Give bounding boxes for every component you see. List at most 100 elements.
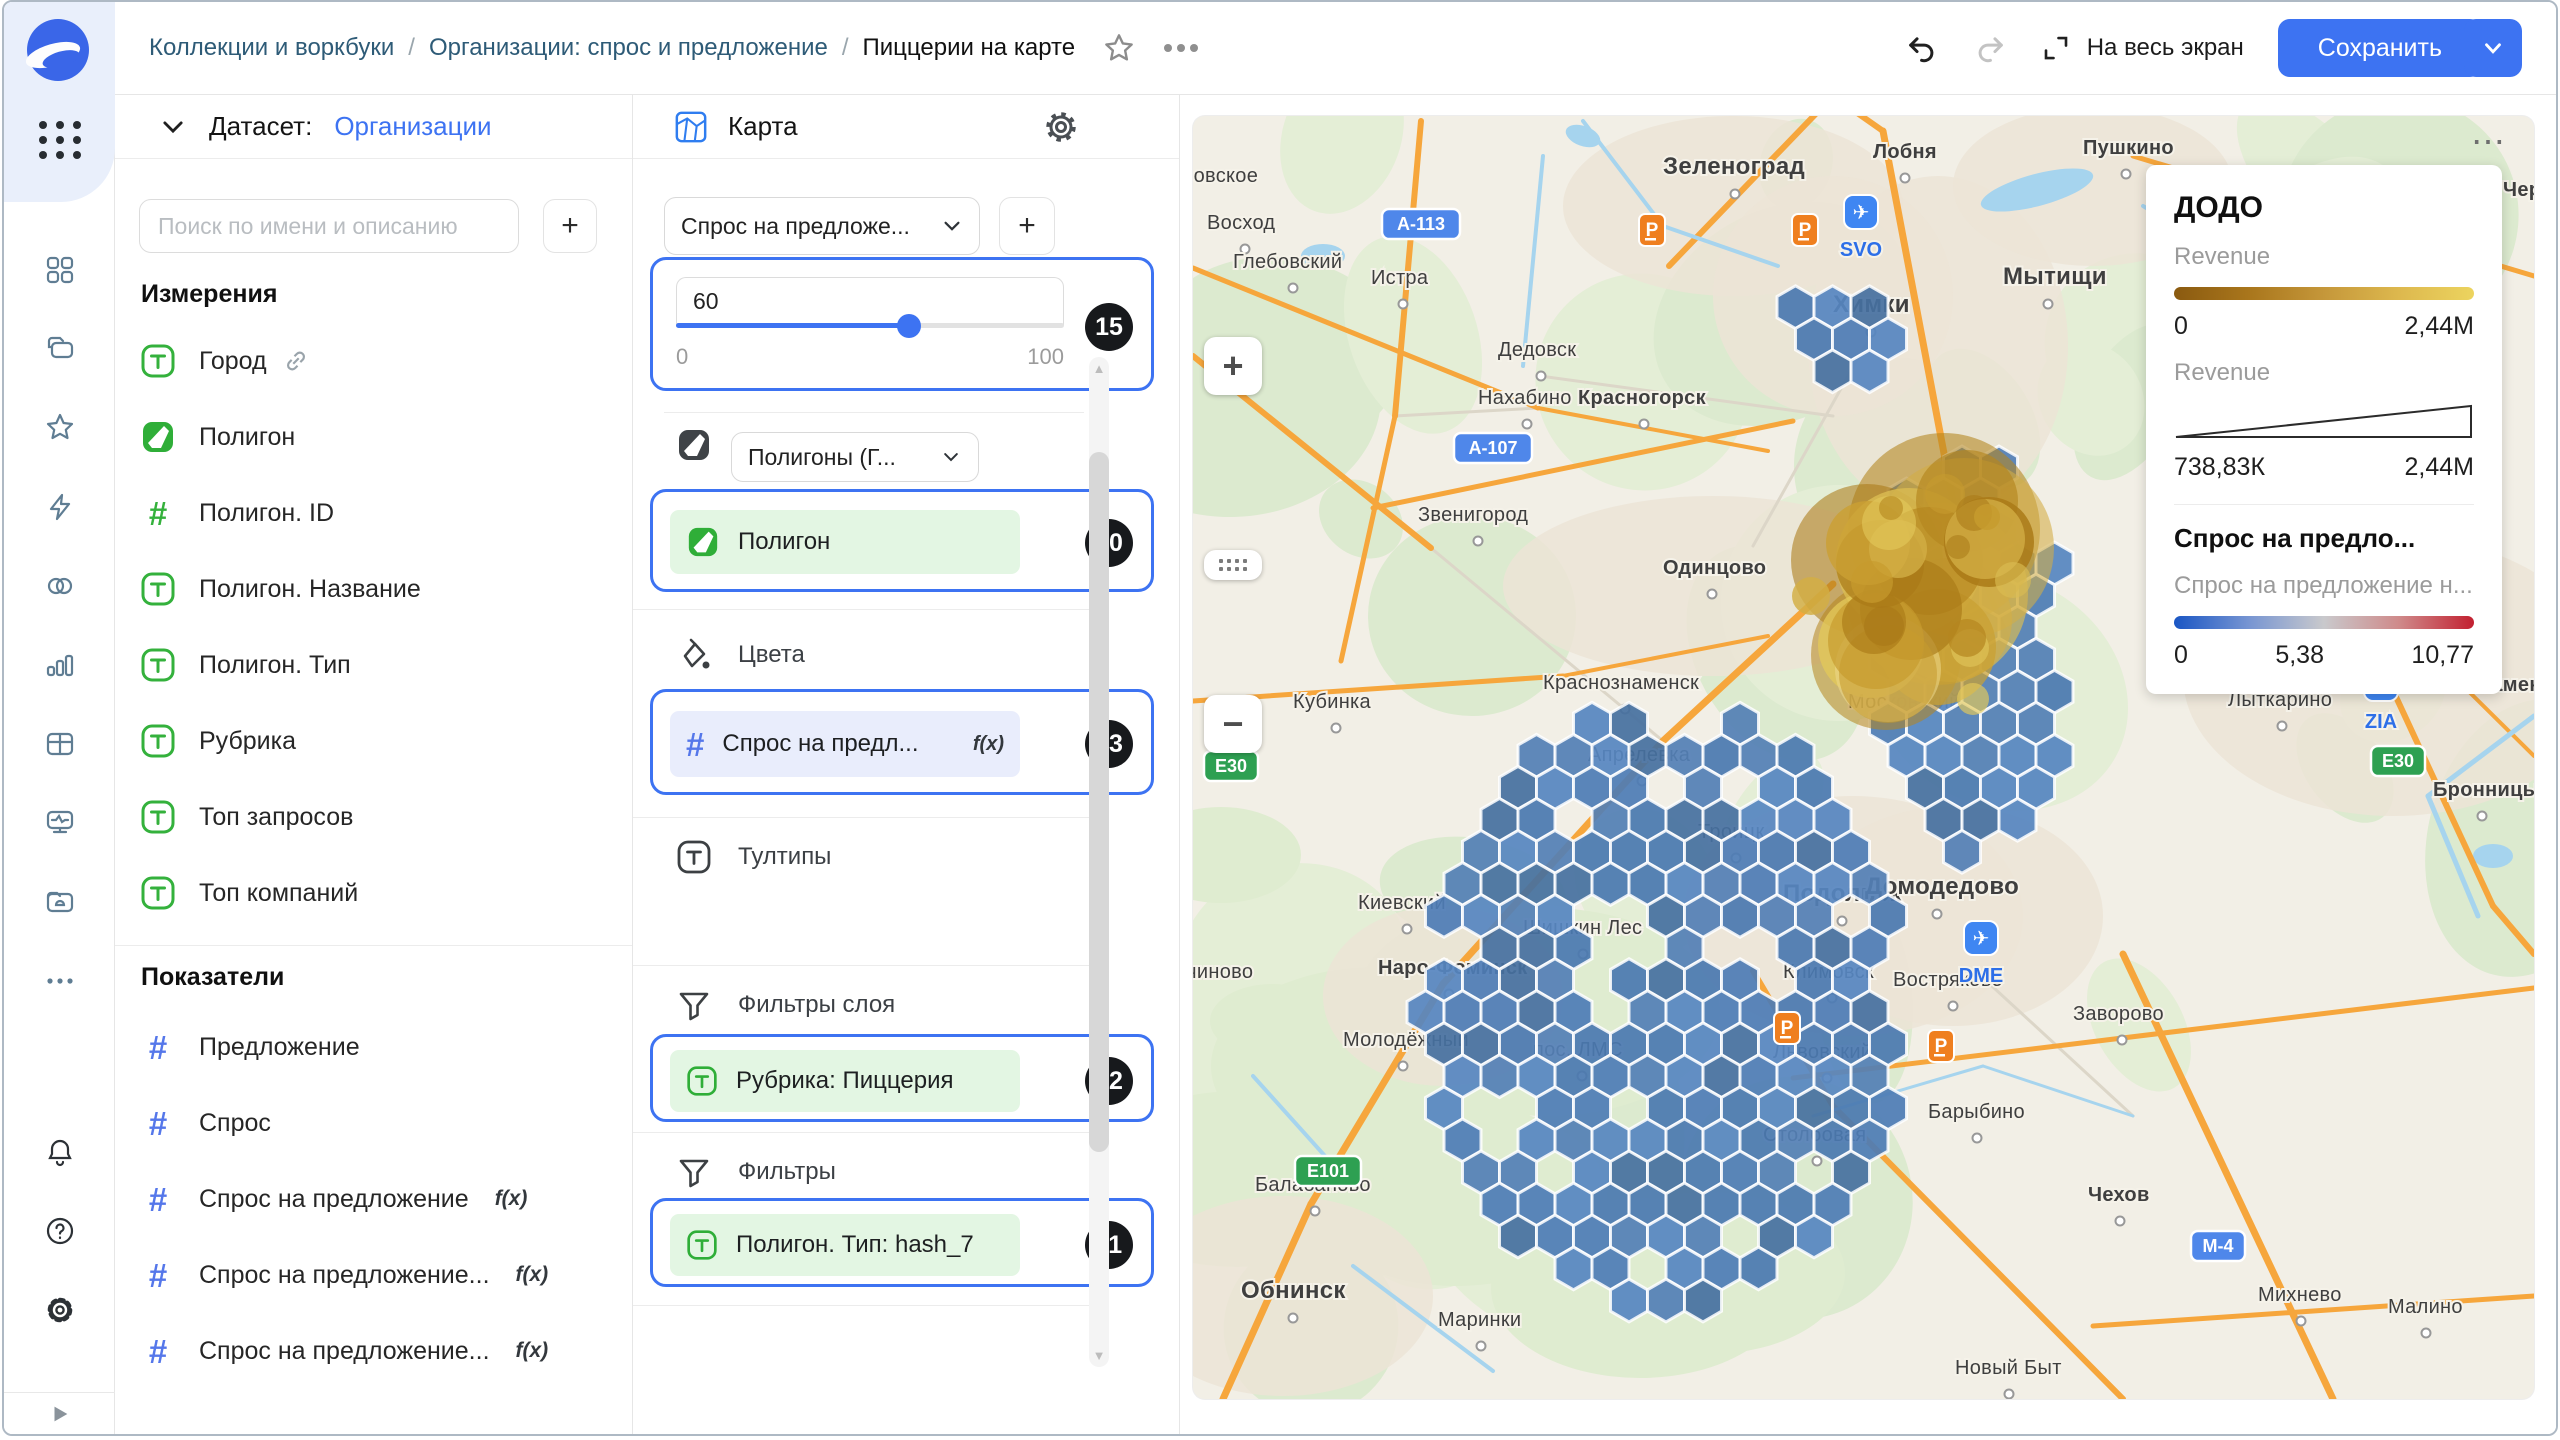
annotation-badge: 15 [1085,303,1133,351]
datalens-logo-icon[interactable] [26,18,90,82]
add-layer-button[interactable]: + [999,197,1055,255]
chevron-down-icon [159,113,187,141]
legend-color-label: Revenue [2174,243,2474,271]
save-button[interactable]: Сохранить [2278,19,2482,77]
colors-chip-label: Спрос на предл... [722,730,955,758]
sidebar-item-settings[interactable] [28,1278,92,1342]
undo-button[interactable] [1905,31,1939,65]
sidebar-item-storage[interactable] [28,870,92,934]
measures-title: Показатели [141,963,284,992]
field-row[interactable]: Топ компаний [115,871,632,915]
map-more-menu[interactable]: ⋯ [2471,122,2507,162]
map-ruler-handle[interactable] [1204,550,1262,580]
search-input[interactable] [139,199,519,253]
topbar: Коллекции и воркбуки / Организации: спро… [115,2,2556,95]
more-actions-button[interactable] [1163,43,1199,53]
opacity-input[interactable] [676,277,1064,325]
zoom-in-button[interactable]: + [1204,337,1262,395]
sidebar-item-monitoring[interactable] [28,791,92,855]
sidebar-collapse-button[interactable] [4,1392,115,1434]
sidebar-item-tables[interactable] [28,712,92,776]
measure-select-value: Спрос на предложе... [681,213,933,240]
svg-text:Бронницы: Бронницы [2433,779,2534,801]
more-icon [44,965,76,997]
text-field-icon [686,1229,718,1261]
sidebar-item-help[interactable] [28,1199,92,1263]
field-row[interactable]: Рубрика [115,719,632,763]
svg-text:Восход: Восход [1207,212,1275,234]
svg-text:Заворово: Заворово [2073,1003,2164,1025]
field-row[interactable]: Полигон [115,415,632,459]
field-row[interactable]: #Полигон. ID [115,491,632,535]
field-row[interactable]: #Спрос [115,1101,632,1145]
field-row[interactable]: Город [115,339,632,383]
svg-text:Черкизово: Черкизово [2503,179,2534,201]
field-row[interactable]: #Спрос на предложениеf(x) [115,1177,632,1221]
sidebar-item-charts[interactable] [28,633,92,697]
sidebar-item-quick[interactable] [28,475,92,539]
sidebar-item-dashboard[interactable] [28,238,92,302]
layer-filter-chip[interactable]: Рубрика: Пиццерия [670,1050,1020,1112]
text-field-icon [140,571,176,607]
tooltips-section-label: Тултипы [738,843,831,871]
sidebar-item-favorites[interactable] [28,396,92,460]
measure-select-dropdown[interactable]: Спрос на предложе... [664,197,980,255]
storage-icon [44,886,76,918]
chevron-down-icon [940,447,962,467]
zoom-out-button[interactable]: − [1204,695,1262,753]
geopolygon-icon [140,419,176,455]
annotation-box-colors: # Спрос на предл... f(x) 13 [650,689,1154,795]
save-menu-button[interactable] [2464,19,2522,77]
panel-scrollbar[interactable]: ▲ ▼ [1089,357,1109,1367]
layer-select-row [676,427,712,463]
favorite-star-button[interactable] [1103,32,1135,64]
legend-size-triangle [2174,401,2474,441]
chevron-down-icon [941,215,963,237]
fullscreen-button[interactable]: На весь экран [2041,33,2244,63]
link-icon [283,348,309,374]
field-row[interactable]: Полигон. Название [115,567,632,611]
filter-chip[interactable]: Полигон. Тип: hash_7 [670,1214,1020,1276]
help-icon [44,1215,76,1247]
chart-type-header: Карта [633,95,1179,159]
breadcrumb-workbook[interactable]: Организации: спрос и предложение [429,34,828,62]
chart-settings-gear-icon[interactable] [1041,107,1081,147]
map-canvas[interactable]: ПокровскоеВосходГлебовскийИстраЗеленогра… [1193,116,2534,1399]
layer-select-value: Полигоны (Г... [748,444,932,471]
breadcrumb-collections[interactable]: Коллекции и воркбуки [149,34,394,62]
slider-knob[interactable] [897,314,921,338]
sidebar-item-notifications[interactable] [28,1120,92,1184]
svg-text:Одинцово: Одинцово [1663,557,1766,579]
scrollbar-thumb[interactable] [1089,452,1109,1152]
dataset-header[interactable]: Датасет: Организации [115,95,632,159]
charts-icon [44,649,76,681]
sidebar-item-collections[interactable] [28,317,92,381]
field-row[interactable]: Топ запросов [115,795,632,839]
geopolygon-icon [686,525,720,559]
annotation-box-filter: Полигон. Тип: hash_7 11 [650,1198,1154,1287]
sidebar-item-more[interactable] [28,949,92,1013]
geopolygon-chip[interactable]: Полигон [670,510,1020,574]
svg-text:А-107: А-107 [1468,438,1517,458]
svg-text:Пушкино: Пушкино [2083,137,2174,159]
map-chart-icon [674,110,708,144]
field-row[interactable]: Полигон. Тип [115,643,632,687]
svg-text:Е30: Е30 [2382,751,2414,771]
svg-text:Маринки: Маринки [1438,1309,1521,1331]
layer-filter-chip-label: Рубрика: Пиццерия [736,1067,953,1095]
layer-select-dropdown[interactable]: Полигоны (Г... [731,432,979,482]
dataset-name-link[interactable]: Организации [334,111,491,142]
sidebar-item-linked[interactable] [28,554,92,618]
annotation-box-layer-filter: Рубрика: Пиццерия 12 [650,1034,1154,1122]
add-field-button[interactable]: + [543,199,597,253]
favorites-icon [44,412,76,444]
field-row[interactable]: #Предложение [115,1025,632,1069]
field-row[interactable]: #Спрос на предложение...f(x) [115,1329,632,1373]
field-row[interactable]: #Спрос на предложение...f(x) [115,1253,632,1297]
number-field-icon: # [149,1031,167,1064]
layer-filters-section-header: Фильтры слоя [676,987,895,1023]
redo-button[interactable] [1973,31,2007,65]
colors-chip[interactable]: # Спрос на предл... f(x) [670,711,1020,777]
apps-grid-icon[interactable] [38,118,82,162]
svg-text:Обнинск: Обнинск [1241,1277,1346,1304]
